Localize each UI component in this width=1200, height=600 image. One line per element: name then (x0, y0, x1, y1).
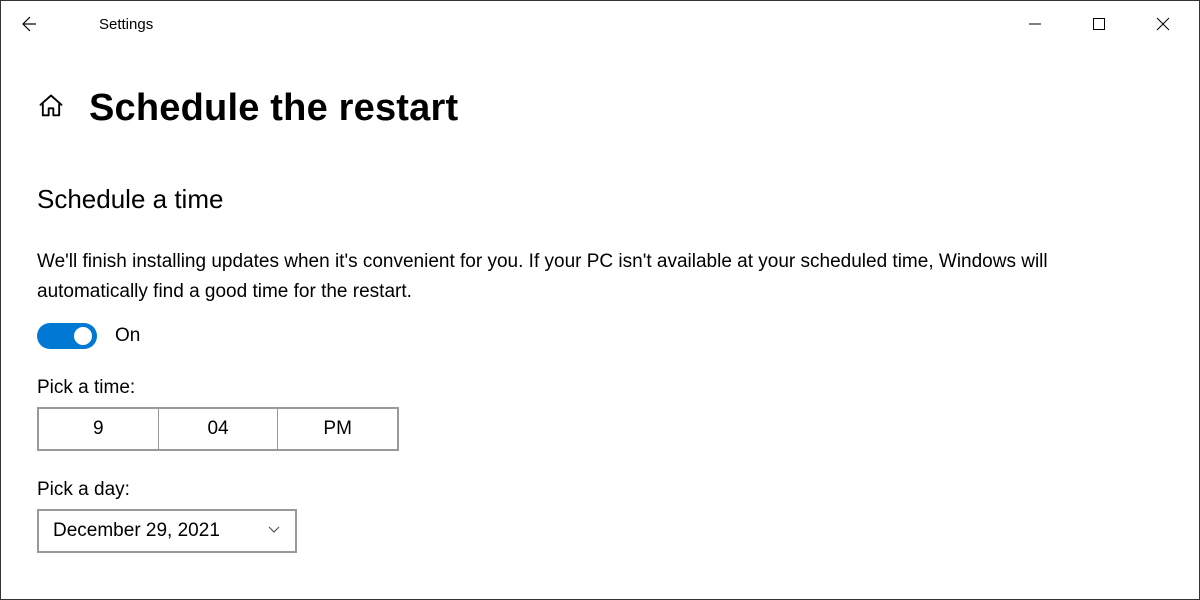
pick-day-label: Pick a day: (37, 479, 1163, 501)
time-picker[interactable]: 9 04 PM (37, 407, 399, 451)
close-icon (1156, 17, 1170, 31)
close-button[interactable] (1131, 1, 1195, 47)
minimize-button[interactable] (1003, 1, 1067, 47)
back-button[interactable] (5, 1, 51, 47)
home-button[interactable] (37, 92, 65, 125)
maximize-button[interactable] (1067, 1, 1131, 47)
window-controls (1003, 1, 1195, 47)
toggle-knob (74, 327, 92, 345)
day-value: December 29, 2021 (53, 520, 220, 542)
page-header: Schedule the restart (37, 87, 1163, 130)
schedule-toggle[interactable] (37, 323, 97, 349)
schedule-toggle-row: On (37, 323, 1163, 349)
day-picker[interactable]: December 29, 2021 (37, 509, 297, 553)
back-arrow-icon (18, 14, 38, 34)
home-icon (37, 92, 65, 120)
time-period[interactable]: PM (278, 409, 397, 449)
toggle-state-label: On (115, 325, 140, 347)
section-description: We'll finish installing updates when it'… (37, 247, 1137, 307)
maximize-icon (1092, 17, 1106, 31)
titlebar: Settings (1, 1, 1199, 47)
pick-time-label: Pick a time: (37, 377, 1163, 399)
section-title: Schedule a time (37, 184, 1163, 215)
time-minute[interactable]: 04 (159, 409, 279, 449)
minimize-icon (1028, 17, 1042, 31)
chevron-down-icon (267, 520, 281, 542)
time-hour[interactable]: 9 (39, 409, 159, 449)
page-title: Schedule the restart (89, 87, 458, 130)
content: Schedule the restart Schedule a time We'… (1, 47, 1199, 553)
window-title: Settings (51, 16, 153, 33)
